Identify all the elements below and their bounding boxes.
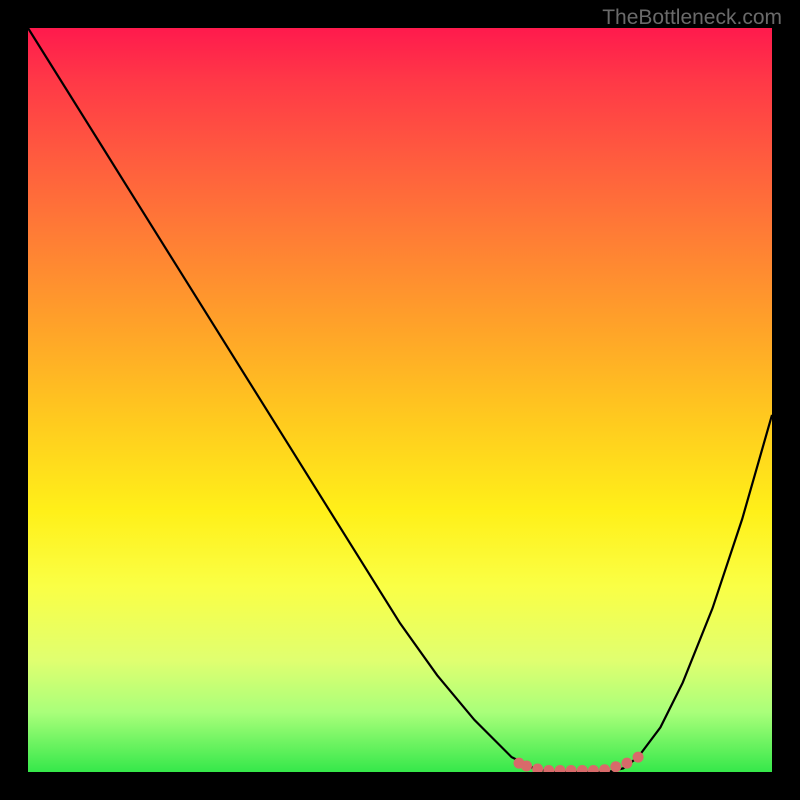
marker-dot [633, 752, 644, 763]
marker-dot [521, 761, 532, 772]
chart-svg [28, 28, 772, 772]
bottleneck-curve [28, 28, 772, 772]
marker-dot [588, 765, 599, 772]
marker-dot [621, 758, 632, 769]
marker-dot [610, 761, 621, 772]
marker-dot [599, 764, 610, 772]
marker-dot [555, 765, 566, 772]
watermark-text: TheBottleneck.com [602, 6, 782, 30]
marker-dot [566, 765, 577, 772]
marker-dot [532, 764, 543, 773]
marker-dot [543, 765, 554, 772]
plot-area [28, 28, 772, 772]
marker-dot [577, 765, 588, 772]
